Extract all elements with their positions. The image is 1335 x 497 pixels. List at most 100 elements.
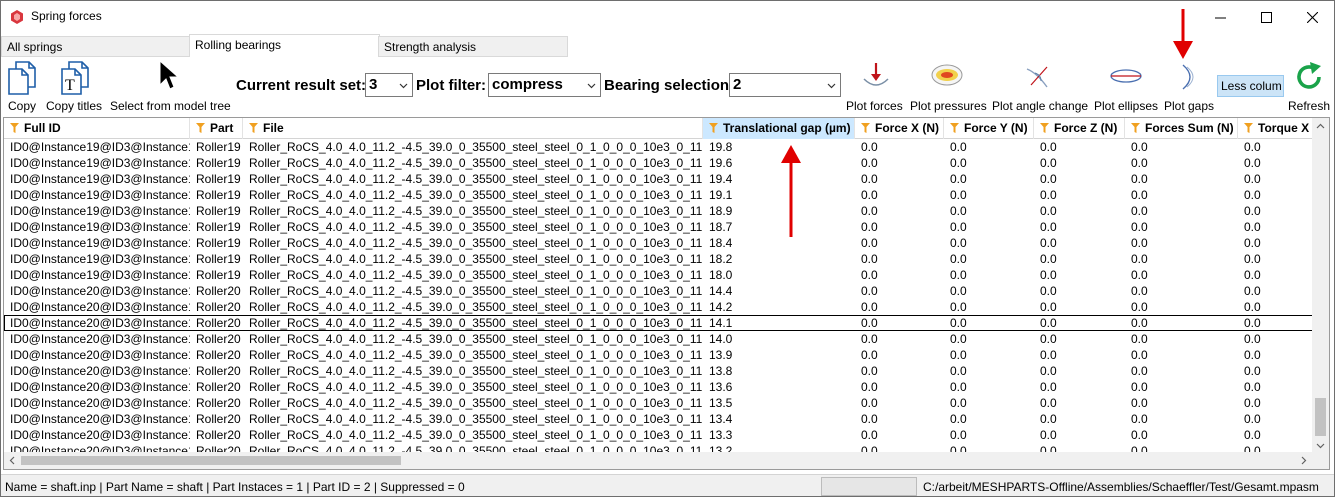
cell-torque-x[interactable]: 0.0: [1241, 155, 1311, 171]
cell-file[interactable]: Roller_RoCS_4.0_4.0_11.2_-4.5_39.0_0_355…: [246, 267, 702, 283]
cell-forces-sum[interactable]: 0.0: [1128, 331, 1238, 347]
cell-file[interactable]: Roller_RoCS_4.0_4.0_11.2_-4.5_39.0_0_355…: [246, 331, 702, 347]
table-row[interactable]: ID0@Instance19@ID3@Instance1 Roller19 Roll…: [4, 203, 1329, 219]
table-row[interactable]: ID0@Instance20@ID3@Instance1 Roller20 Roll…: [4, 347, 1329, 363]
cell-force-y[interactable]: 0.0: [947, 283, 1034, 299]
cell-full-id[interactable]: ID0@Instance20@ID3@Instance1: [7, 427, 190, 443]
cell-file[interactable]: Roller_RoCS_4.0_4.0_11.2_-4.5_39.0_0_355…: [246, 235, 702, 251]
cell-part[interactable]: Roller20: [193, 427, 246, 443]
table-row[interactable]: ID0@Instance20@ID3@Instance1 Roller20 Roll…: [4, 363, 1329, 379]
plot-angle-change-button[interactable]: Plot angle change: [991, 59, 1089, 115]
close-button[interactable]: [1289, 1, 1334, 33]
cell-force-x[interactable]: 0.0: [858, 267, 944, 283]
cell-force-z[interactable]: 0.0: [1037, 299, 1125, 315]
cell-force-x[interactable]: 0.0: [858, 187, 944, 203]
cell-full-id[interactable]: ID0@Instance20@ID3@Instance1: [7, 331, 190, 347]
cell-part[interactable]: Roller20: [193, 395, 246, 411]
cell-force-y[interactable]: 0.0: [947, 219, 1034, 235]
cell-force-y[interactable]: 0.0: [947, 395, 1034, 411]
cell-force-z[interactable]: 0.0: [1037, 347, 1125, 363]
cell-translational-gap[interactable]: 14.4: [706, 283, 854, 299]
cell-torque-x[interactable]: 0.0: [1241, 235, 1311, 251]
cell-forces-sum[interactable]: 0.0: [1128, 427, 1238, 443]
cell-part[interactable]: Roller19: [193, 235, 246, 251]
cell-translational-gap[interactable]: 14.1: [706, 315, 854, 331]
cell-torque-x[interactable]: 0.0: [1241, 299, 1311, 315]
cell-file[interactable]: Roller_RoCS_4.0_4.0_11.2_-4.5_39.0_0_355…: [246, 203, 702, 219]
cell-translational-gap[interactable]: 13.9: [706, 347, 854, 363]
cell-torque-x[interactable]: 0.0: [1241, 315, 1311, 331]
cell-force-y[interactable]: 0.0: [947, 411, 1034, 427]
cell-torque-x[interactable]: 0.0: [1241, 331, 1311, 347]
column-header-torque-x[interactable]: Torque X: [1238, 118, 1318, 139]
table-row[interactable]: ID0@Instance19@ID3@Instance1 Roller19 Roll…: [4, 251, 1329, 267]
copy-button[interactable]: Copy: [5, 59, 41, 115]
column-header-force-z[interactable]: Force Z (N): [1034, 118, 1125, 139]
vertical-scrollbar[interactable]: [1312, 118, 1329, 454]
cell-full-id[interactable]: ID0@Instance20@ID3@Instance1: [7, 347, 190, 363]
cell-full-id[interactable]: ID0@Instance19@ID3@Instance1: [7, 171, 190, 187]
tab-strength-analysis[interactable]: Strength analysis: [378, 36, 568, 57]
cell-full-id[interactable]: ID0@Instance19@ID3@Instance1: [7, 219, 190, 235]
cell-full-id[interactable]: ID0@Instance19@ID3@Instance1: [7, 187, 190, 203]
maximize-button[interactable]: [1243, 1, 1289, 33]
cell-force-x[interactable]: 0.0: [858, 299, 944, 315]
cell-part[interactable]: Roller19: [193, 251, 246, 267]
less-columns-button[interactable]: Less colum: [1217, 75, 1284, 97]
table-row[interactable]: ID0@Instance19@ID3@Instance1 Roller19 Roll…: [4, 171, 1329, 187]
cell-full-id[interactable]: ID0@Instance20@ID3@Instance1: [7, 315, 190, 331]
table-row[interactable]: ID0@Instance20@ID3@Instance1 Roller20 Roll…: [4, 411, 1329, 427]
cell-force-z[interactable]: 0.0: [1037, 379, 1125, 395]
cell-full-id[interactable]: ID0@Instance20@ID3@Instance1: [7, 363, 190, 379]
cell-force-y[interactable]: 0.0: [947, 299, 1034, 315]
plot-pressures-button[interactable]: Plot pressures: [909, 59, 987, 115]
table-row[interactable]: ID0@Instance19@ID3@Instance1 Roller19 Roll…: [4, 219, 1329, 235]
plot-gaps-button[interactable]: Plot gaps: [1163, 59, 1217, 115]
cell-file[interactable]: Roller_RoCS_4.0_4.0_11.2_-4.5_39.0_0_355…: [246, 139, 702, 155]
cell-force-z[interactable]: 0.0: [1037, 363, 1125, 379]
cell-force-z[interactable]: 0.0: [1037, 331, 1125, 347]
cell-force-z[interactable]: 0.0: [1037, 251, 1125, 267]
cell-force-y[interactable]: 0.0: [947, 203, 1034, 219]
cell-translational-gap[interactable]: 18.0: [706, 267, 854, 283]
cell-force-y[interactable]: 0.0: [947, 379, 1034, 395]
cell-torque-x[interactable]: 0.0: [1241, 251, 1311, 267]
cell-translational-gap[interactable]: 14.0: [706, 331, 854, 347]
cell-torque-x[interactable]: 0.0: [1241, 379, 1311, 395]
result-set-select[interactable]: 3: [365, 73, 413, 97]
cell-force-z[interactable]: 0.0: [1037, 235, 1125, 251]
cell-file[interactable]: Roller_RoCS_4.0_4.0_11.2_-4.5_39.0_0_355…: [246, 411, 702, 427]
cell-force-y[interactable]: 0.0: [947, 347, 1034, 363]
cell-part[interactable]: Roller19: [193, 155, 246, 171]
cell-file[interactable]: Roller_RoCS_4.0_4.0_11.2_-4.5_39.0_0_355…: [246, 395, 702, 411]
cell-forces-sum[interactable]: 0.0: [1128, 379, 1238, 395]
cell-torque-x[interactable]: 0.0: [1241, 363, 1311, 379]
cell-forces-sum[interactable]: 0.0: [1128, 235, 1238, 251]
cell-torque-x[interactable]: 0.0: [1241, 411, 1311, 427]
scroll-left-button[interactable]: [4, 452, 21, 469]
table-row[interactable]: ID0@Instance19@ID3@Instance1 Roller19 Roll…: [4, 139, 1329, 155]
cell-forces-sum[interactable]: 0.0: [1128, 315, 1238, 331]
cell-part[interactable]: Roller20: [193, 411, 246, 427]
table-row[interactable]: ID0@Instance19@ID3@Instance1 Roller19 Roll…: [4, 267, 1329, 283]
table-row[interactable]: ID0@Instance19@ID3@Instance1 Roller19 Roll…: [4, 235, 1329, 251]
cell-force-x[interactable]: 0.0: [858, 363, 944, 379]
bearing-selection-select[interactable]: 2: [729, 73, 841, 97]
cell-file[interactable]: Roller_RoCS_4.0_4.0_11.2_-4.5_39.0_0_355…: [246, 363, 702, 379]
cell-force-z[interactable]: 0.0: [1037, 155, 1125, 171]
horizontal-scrollbar[interactable]: [4, 452, 1329, 469]
cell-force-y[interactable]: 0.0: [947, 267, 1034, 283]
cell-force-z[interactable]: 0.0: [1037, 315, 1125, 331]
cell-part[interactable]: Roller20: [193, 347, 246, 363]
cell-force-y[interactable]: 0.0: [947, 187, 1034, 203]
column-header-force-y[interactable]: Force Y (N): [944, 118, 1034, 139]
cell-file[interactable]: Roller_RoCS_4.0_4.0_11.2_-4.5_39.0_0_355…: [246, 379, 702, 395]
cell-full-id[interactable]: ID0@Instance19@ID3@Instance1: [7, 251, 190, 267]
cell-force-x[interactable]: 0.0: [858, 427, 944, 443]
scroll-right-button[interactable]: [1295, 452, 1312, 469]
cell-torque-x[interactable]: 0.0: [1241, 267, 1311, 283]
cell-file[interactable]: Roller_RoCS_4.0_4.0_11.2_-4.5_39.0_0_355…: [246, 219, 702, 235]
cell-force-z[interactable]: 0.0: [1037, 395, 1125, 411]
table-row[interactable]: ID0@Instance20@ID3@Instance1 Roller20 Roll…: [4, 395, 1329, 411]
cell-forces-sum[interactable]: 0.0: [1128, 299, 1238, 315]
